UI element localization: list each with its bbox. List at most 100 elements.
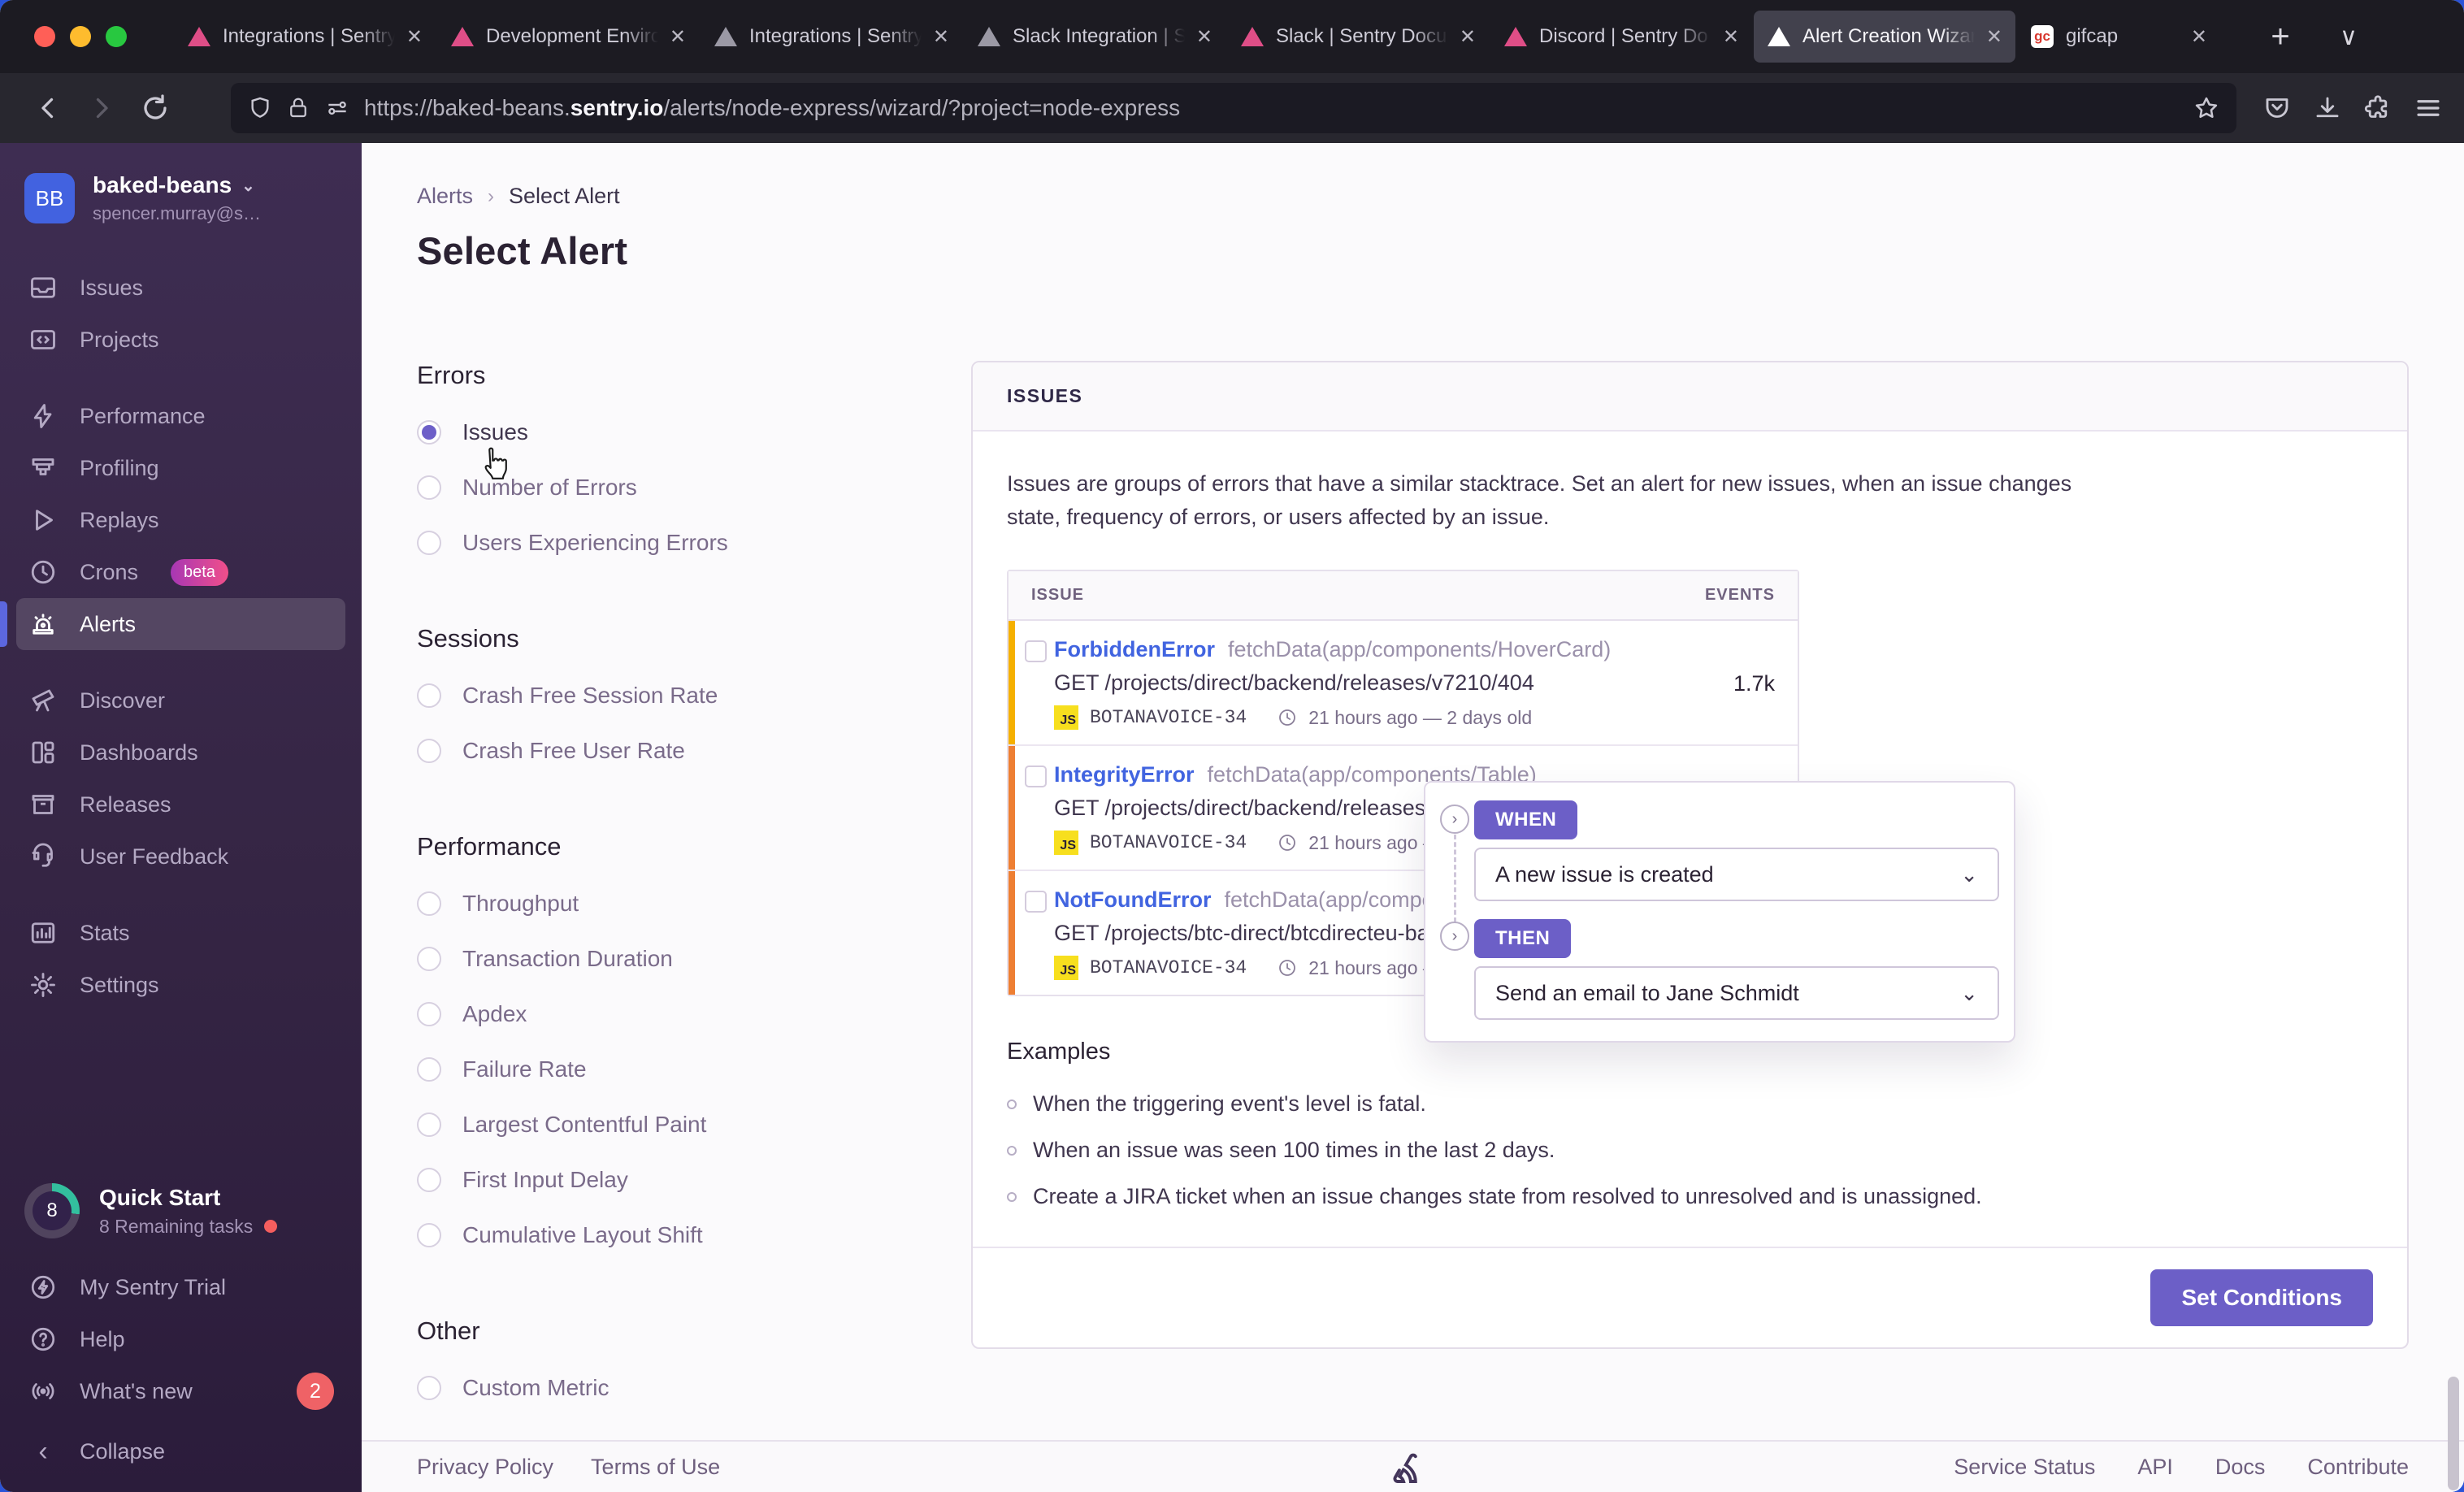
issue-row-forbiddenerror[interactable]: ForbiddenError fetchData(app/components/H… [1009, 621, 1798, 746]
sidebar-item-dashboards[interactable]: Dashboards [16, 726, 345, 779]
downloads-icon[interactable] [2313, 93, 2342, 123]
radio-option-crash-free-session-rate[interactable]: Crash Free Session Rate [417, 683, 935, 709]
sidebar-item-settings[interactable]: Settings [16, 959, 345, 1011]
zoom-window-button[interactable] [106, 26, 127, 47]
sidebar-item-alerts[interactable]: Alerts [0, 598, 345, 650]
tab-slack-docs[interactable]: Slack | Sentry Docu ✕ [1227, 11, 1489, 63]
radio-icon[interactable] [417, 475, 441, 500]
radio-option-cumulative-layout-shift[interactable]: Cumulative Layout Shift [417, 1222, 935, 1248]
javascript-platform-icon: JS [1054, 705, 1078, 730]
tab-close-icon[interactable]: ✕ [1723, 25, 1739, 49]
tab-integrations-1[interactable]: Integrations | Sentry ✕ [174, 11, 436, 63]
radio-icon[interactable] [417, 891, 441, 916]
radio-option-failure-rate[interactable]: Failure Rate [417, 1056, 935, 1082]
sidebar-item-releases[interactable]: Releases [16, 779, 345, 831]
row-checkbox[interactable] [1025, 640, 1047, 662]
radio-icon[interactable] [417, 1376, 441, 1400]
bookmark-star-icon[interactable] [2193, 94, 2220, 122]
menu-hamburger-icon[interactable] [2414, 93, 2443, 123]
radio-option-throughput[interactable]: Throughput [417, 891, 935, 917]
sidebar-item-help[interactable]: Help [16, 1313, 345, 1365]
permissions-icon[interactable] [323, 95, 351, 121]
sidebar-item-my-sentry-trial[interactable]: My Sentry Trial [16, 1261, 345, 1313]
privacy-policy-link[interactable]: Privacy Policy [417, 1455, 553, 1480]
reload-button[interactable] [132, 85, 179, 132]
forward-button[interactable] [78, 85, 125, 132]
sidebar-item-projects[interactable]: Projects [16, 314, 345, 366]
new-tab-button[interactable]: + [2258, 14, 2303, 59]
lock-icon[interactable] [286, 95, 310, 121]
minimize-window-button[interactable] [70, 26, 91, 47]
sidebar-item-user-feedback[interactable]: User Feedback [16, 831, 345, 883]
service-status-link[interactable]: Service Status [1954, 1455, 2095, 1480]
close-window-button[interactable] [34, 26, 55, 47]
api-link[interactable]: API [2137, 1455, 2173, 1480]
sidebar-item-discover[interactable]: Discover [16, 674, 345, 726]
radio-icon[interactable] [417, 1002, 441, 1026]
sidebar-item-crons[interactable]: Crons beta [16, 546, 345, 598]
tab-close-icon[interactable]: ✕ [2191, 25, 2207, 49]
row-checkbox[interactable] [1025, 891, 1047, 913]
breadcrumb-alerts-link[interactable]: Alerts [417, 184, 473, 209]
radio-icon[interactable] [417, 739, 441, 763]
pocket-icon[interactable] [2262, 93, 2292, 123]
issue-title-link[interactable]: IntegrityError [1054, 762, 1195, 787]
radio-icon[interactable] [417, 1223, 441, 1247]
vertical-scrollbar-thumb[interactable] [2448, 1377, 2459, 1490]
radio-icon[interactable] [417, 683, 441, 708]
tab-gifcap[interactable]: gc gifcap ✕ [2017, 11, 2220, 63]
tab-close-icon[interactable]: ✕ [406, 25, 423, 49]
radio-icon[interactable] [417, 947, 441, 971]
terms-of-use-link[interactable]: Terms of Use [591, 1455, 720, 1480]
quick-start-panel[interactable]: 8 Quick Start 8 Remaining tasks [16, 1183, 345, 1238]
issue-title-link[interactable]: ForbiddenError [1054, 637, 1215, 661]
radio-option-apdex[interactable]: Apdex [417, 1001, 935, 1027]
radio-icon[interactable] [417, 1168, 441, 1192]
radio-option-first-input-delay[interactable]: First Input Delay [417, 1167, 935, 1193]
radio-option-transaction-duration[interactable]: Transaction Duration [417, 946, 935, 972]
sidebar-item-whats-new[interactable]: What's new 2 [16, 1365, 345, 1417]
radio-icon[interactable] [417, 1057, 441, 1082]
radio-icon[interactable] [417, 420, 441, 445]
tab-close-icon[interactable]: ✕ [670, 25, 686, 49]
radio-icon[interactable] [417, 531, 441, 555]
sidebar-item-replays[interactable]: Replays [16, 494, 345, 546]
tab-integrations-2[interactable]: Integrations | Sentry ✕ [701, 11, 962, 63]
radio-option-crash-free-user-rate[interactable]: Crash Free User Rate [417, 738, 935, 764]
issue-title-link[interactable]: NotFoundError [1054, 887, 1211, 912]
tab-slack-integration[interactable]: Slack Integration | S ✕ [964, 11, 1225, 63]
url-text[interactable]: https://baked-beans.sentry.io/alerts/nod… [364, 95, 2180, 121]
when-badge: WHEN [1474, 800, 1578, 839]
sidebar-item-profiling[interactable]: Profiling [16, 442, 345, 494]
tab-close-icon[interactable]: ✕ [1460, 25, 1476, 49]
extensions-puzzle-icon[interactable] [2363, 93, 2392, 123]
radio-option-custom-metric[interactable]: Custom Metric [417, 1375, 935, 1401]
tracking-protection-shield-icon[interactable] [247, 95, 273, 121]
sidebar-item-label: User Feedback [80, 844, 229, 869]
back-button[interactable] [24, 85, 72, 132]
set-conditions-button[interactable]: Set Conditions [2150, 1269, 2373, 1326]
list-tabs-button[interactable]: ∨ [2326, 14, 2371, 59]
radio-option-largest-contentful-paint[interactable]: Largest Contentful Paint [417, 1112, 935, 1138]
address-bar[interactable]: https://baked-beans.sentry.io/alerts/nod… [231, 83, 2236, 133]
tab-close-icon[interactable]: ✕ [933, 25, 949, 49]
sidebar-collapse-button[interactable]: ‹ Collapse [16, 1425, 345, 1477]
sidebar-item-issues[interactable]: Issues [16, 262, 345, 314]
sidebar-item-stats[interactable]: Stats [16, 907, 345, 959]
tab-development-environment[interactable]: Development Enviro ✕ [437, 11, 699, 63]
docs-link[interactable]: Docs [2215, 1455, 2266, 1480]
tab-close-icon[interactable]: ✕ [1196, 25, 1212, 49]
row-checkbox[interactable] [1025, 766, 1047, 787]
radio-icon[interactable] [417, 1112, 441, 1137]
tab-close-icon[interactable]: ✕ [1986, 25, 2002, 49]
radio-option-users-experiencing-errors[interactable]: Users Experiencing Errors [417, 530, 935, 556]
tab-alert-creation-wizard[interactable]: Alert Creation Wizar ✕ [1754, 11, 2015, 63]
then-action-select[interactable]: Send an email to Jane Schmidt ⌄ [1474, 966, 1999, 1020]
contribute-link[interactable]: Contribute [2307, 1455, 2409, 1480]
radio-option-issues[interactable]: Issues [417, 419, 935, 445]
when-condition-select[interactable]: A new issue is created ⌄ [1474, 848, 1999, 901]
url-path: /alerts/node-express/wizard/?project=nod… [663, 95, 1181, 120]
org-switcher[interactable]: BB baked-beans ⌄ spencer.murray@s… [16, 172, 345, 224]
tab-discord-docs[interactable]: Discord | Sentry Do ✕ [1490, 11, 1752, 63]
sidebar-item-performance[interactable]: Performance [16, 390, 345, 442]
